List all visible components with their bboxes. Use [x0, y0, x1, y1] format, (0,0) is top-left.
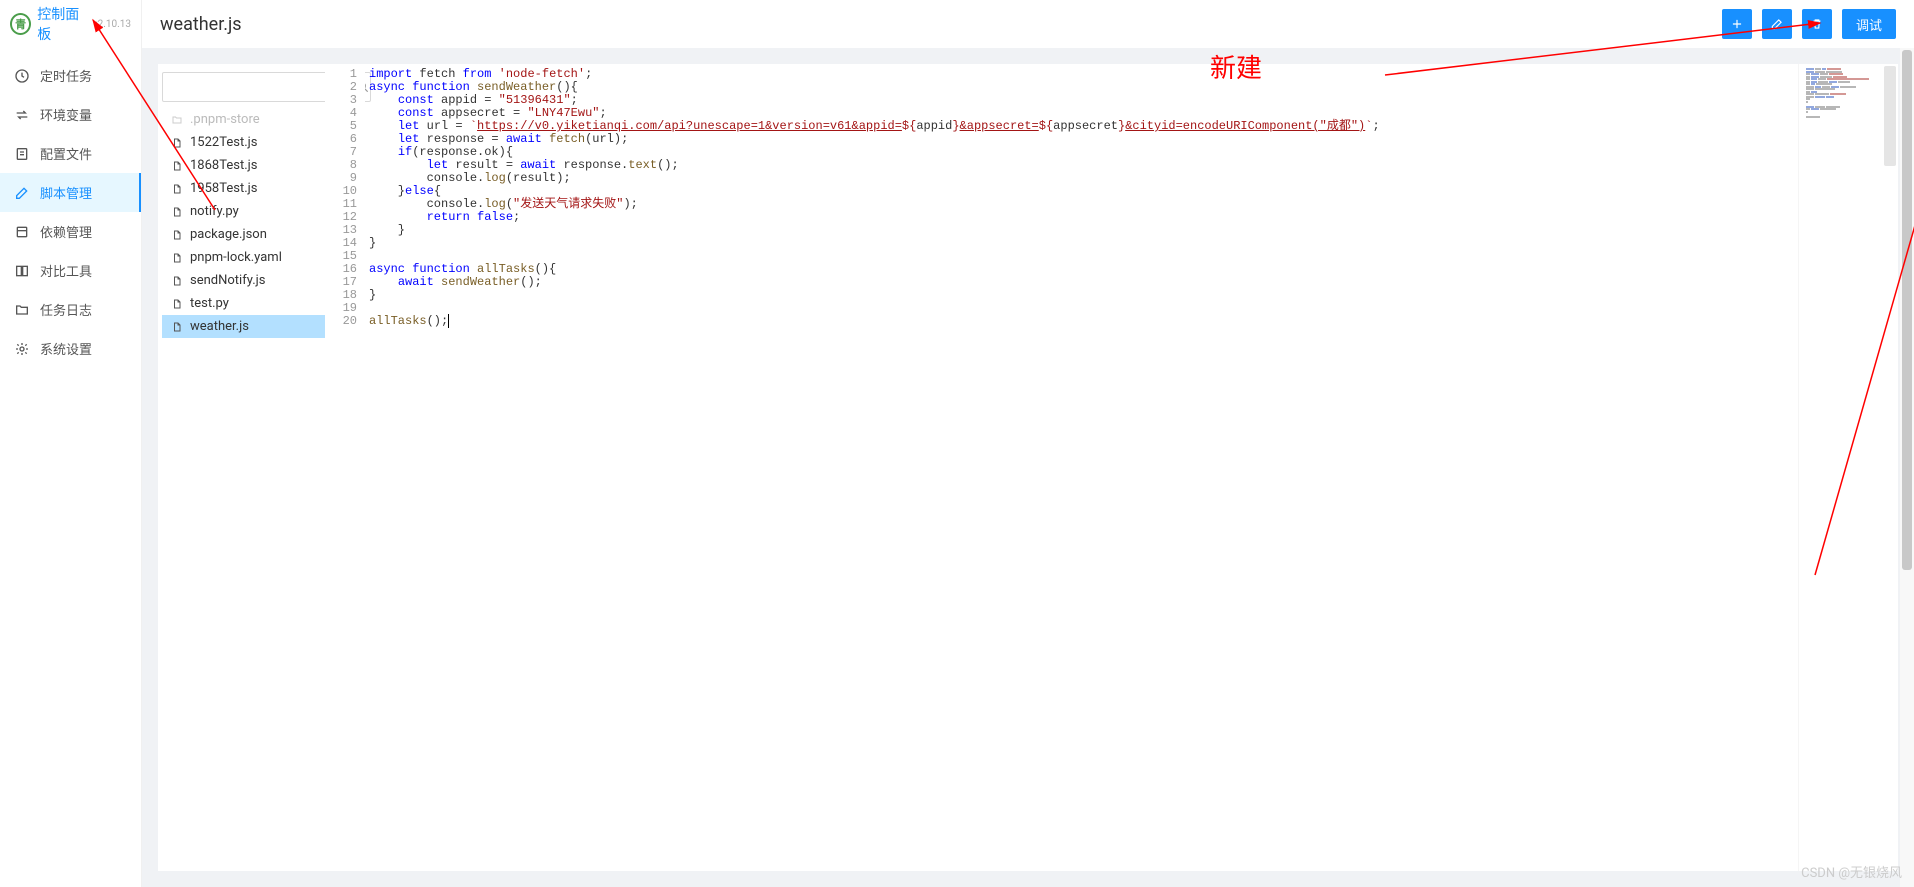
minimap-scrollbar[interactable] — [1884, 66, 1896, 166]
add-button[interactable] — [1722, 9, 1752, 39]
sidebar: 青 控制面板 v2.10.13 定时任务 环境变量 配置文件 脚本管理 — [0, 0, 142, 887]
edit-button[interactable] — [1762, 9, 1792, 39]
file-name: pnpm-lock.yaml — [190, 250, 282, 265]
brand-version: v2.10.13 — [93, 19, 131, 30]
nav-label: 定时任务 — [40, 66, 92, 85]
file-item[interactable]: sendNotify.js — [162, 269, 325, 292]
debug-button[interactable]: 调试 — [1842, 9, 1896, 39]
nav-label: 环境变量 — [40, 105, 92, 124]
nav-label: 脚本管理 — [40, 183, 92, 202]
file-icon — [170, 182, 184, 196]
watermark: CSDN @无银烧风 — [1801, 862, 1902, 881]
page-title: weather.js — [160, 14, 242, 35]
nav-item-settings[interactable]: 系统设置 — [0, 329, 141, 368]
header-actions: 调试 — [1722, 9, 1896, 39]
package-icon — [14, 224, 30, 240]
scrollbar-thumb[interactable] — [1902, 50, 1912, 570]
nav-item-cron[interactable]: 定时任务 — [0, 56, 141, 95]
file-name: .pnpm-store — [190, 112, 260, 127]
nav-item-deps[interactable]: 依赖管理 — [0, 212, 141, 251]
file-name: 1522Test.js — [190, 135, 257, 150]
file-item[interactable]: pnpm-lock.yaml — [162, 246, 325, 269]
content: .pnpm-store 1522Test.js 1868Test.js 1958Tes… — [142, 48, 1914, 887]
nav-label: 对比工具 — [40, 261, 92, 280]
nav-label: 配置文件 — [40, 144, 92, 163]
delete-button[interactable] — [1802, 9, 1832, 39]
file-icon — [170, 205, 184, 219]
nav-item-diff[interactable]: 对比工具 — [0, 251, 141, 290]
nav-label: 任务日志 — [40, 300, 92, 319]
diff-icon — [14, 263, 30, 279]
main-scrollbar[interactable] — [1900, 48, 1914, 887]
file-item[interactable]: weather.js — [162, 315, 325, 338]
file-icon — [170, 228, 184, 242]
search-box — [162, 68, 325, 108]
folder-icon — [14, 302, 30, 318]
nav-label: 系统设置 — [40, 339, 92, 358]
brand-name: 控制面板 — [37, 4, 91, 44]
file-name: sendNotify.js — [190, 273, 265, 288]
brand: 青 控制面板 v2.10.13 — [0, 0, 141, 48]
nav-label: 依赖管理 — [40, 222, 92, 241]
nav-item-scripts[interactable]: 脚本管理 — [0, 173, 141, 212]
file-icon — [170, 113, 184, 127]
file-item[interactable]: 1522Test.js — [162, 131, 325, 154]
clock-icon — [14, 68, 30, 84]
file-setting-icon — [14, 146, 30, 162]
file-icon — [170, 320, 184, 334]
file-item[interactable]: 1958Test.js — [162, 177, 325, 200]
file-name: 1868Test.js — [190, 158, 257, 173]
file-panel: .pnpm-store 1522Test.js 1868Test.js 1958Tes… — [158, 64, 325, 871]
header: weather.js 调试 — [142, 0, 1914, 48]
line-gutter: 1234567891011121314151617181920 — [325, 64, 365, 871]
file-item[interactable]: notify.py — [162, 200, 325, 223]
main: weather.js 调试 .pnpm-store 1522Test.js 1868… — [142, 0, 1914, 887]
panel: .pnpm-store 1522Test.js 1868Test.js 1958Tes… — [158, 64, 1898, 871]
file-name: 1958Test.js — [190, 181, 257, 196]
file-name: package.json — [190, 227, 267, 242]
file-item[interactable]: 1868Test.js — [162, 154, 325, 177]
minimap-content — [1806, 68, 1878, 118]
file-name: test.py — [190, 296, 229, 311]
file-list: .pnpm-store 1522Test.js 1868Test.js 1958Tes… — [162, 108, 325, 871]
file-name: notify.py — [190, 204, 239, 219]
nav-item-env[interactable]: 环境变量 — [0, 95, 141, 134]
gear-icon — [14, 341, 30, 357]
file-name: weather.js — [190, 319, 249, 334]
file-item[interactable]: .pnpm-store — [162, 108, 325, 131]
minimap[interactable] — [1798, 64, 1898, 871]
file-icon — [170, 297, 184, 311]
edit-icon — [14, 185, 30, 201]
file-icon — [170, 251, 184, 265]
nav-list: 定时任务 环境变量 配置文件 脚本管理 依赖管理 对比工具 — [0, 48, 141, 887]
nav-item-logs[interactable]: 任务日志 — [0, 290, 141, 329]
swap-icon — [14, 107, 30, 123]
file-item[interactable]: test.py — [162, 292, 325, 315]
editor[interactable]: 1234567891011121314151617181920 import f… — [325, 64, 1898, 871]
nav-item-config[interactable]: 配置文件 — [0, 134, 141, 173]
file-icon — [170, 136, 184, 150]
file-icon — [170, 274, 184, 288]
logo-icon: 青 — [10, 13, 31, 35]
file-item[interactable]: package.json — [162, 223, 325, 246]
file-icon — [170, 159, 184, 173]
code-area[interactable]: import fetch from 'node-fetch';async fun… — [365, 64, 1798, 871]
